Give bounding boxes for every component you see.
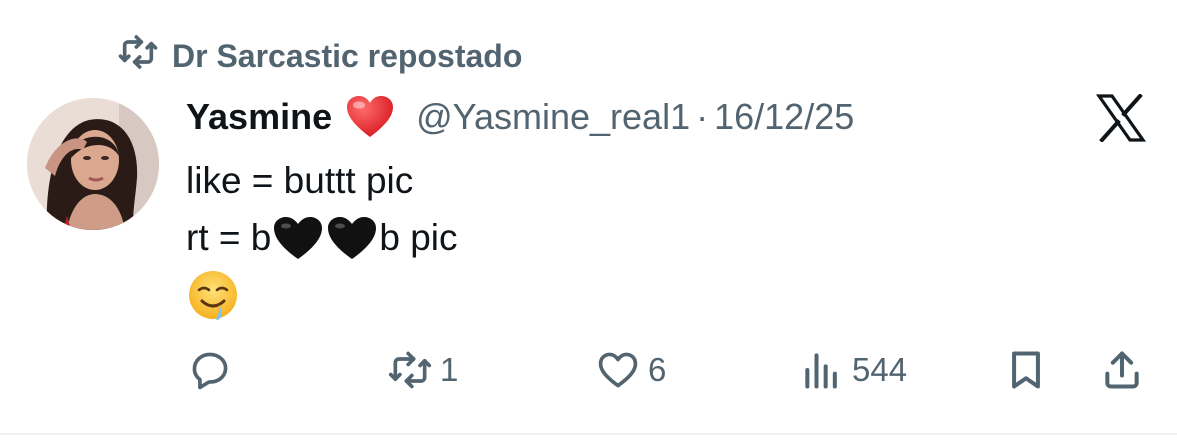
- post-line-2-suffix: b pic: [379, 217, 458, 258]
- repost-button[interactable]: 1: [388, 340, 458, 400]
- divider: [0, 433, 1177, 435]
- author-handle[interactable]: @Yasmine_real1: [416, 96, 690, 138]
- post-line-2: rt = b b pic: [186, 209, 458, 266]
- bookmark-icon: [1012, 351, 1040, 389]
- share-button[interactable]: [1100, 340, 1144, 400]
- post-line-1: like = buttt pic: [186, 160, 414, 201]
- drooling-face-emoji: [186, 268, 240, 322]
- avatar[interactable]: [27, 98, 159, 230]
- reply-button[interactable]: [188, 340, 240, 400]
- bookmark-button[interactable]: [1004, 340, 1048, 400]
- views-button[interactable]: 544: [800, 340, 907, 400]
- post-line-3: [186, 266, 458, 323]
- like-button[interactable]: 6: [596, 340, 666, 400]
- post-line-2-prefix: rt = b: [186, 217, 272, 258]
- post-text: like = buttt pic rt = b b pic: [186, 152, 458, 323]
- views-icon: [805, 353, 837, 389]
- post-date[interactable]: 16/12/25: [714, 96, 854, 138]
- reply-icon: [192, 352, 228, 390]
- like-count: 6: [648, 351, 667, 388]
- repost-icon: [118, 32, 158, 80]
- repost-icon: [388, 351, 432, 389]
- share-icon: [1105, 351, 1139, 389]
- action-bar: 1 6 544: [0, 340, 1177, 400]
- black-heart-emoji: [272, 215, 324, 261]
- x-logo-icon[interactable]: [1095, 93, 1147, 143]
- separator-dot: ·: [696, 96, 709, 137]
- views-count: 544: [852, 351, 908, 388]
- repost-label: Dr Sarcastic repostado: [172, 37, 523, 74]
- author-name[interactable]: Yasmine: [186, 96, 332, 138]
- heart-icon: [598, 352, 638, 388]
- repost-indicator[interactable]: Dr Sarcastic repostado: [118, 35, 523, 76]
- black-heart-emoji: [326, 215, 378, 261]
- red-heart-emoji: [346, 95, 394, 139]
- post-header: Yasmine @Yasmine_real1 · 16/12/25: [186, 92, 854, 142]
- repost-count: 1: [440, 351, 459, 388]
